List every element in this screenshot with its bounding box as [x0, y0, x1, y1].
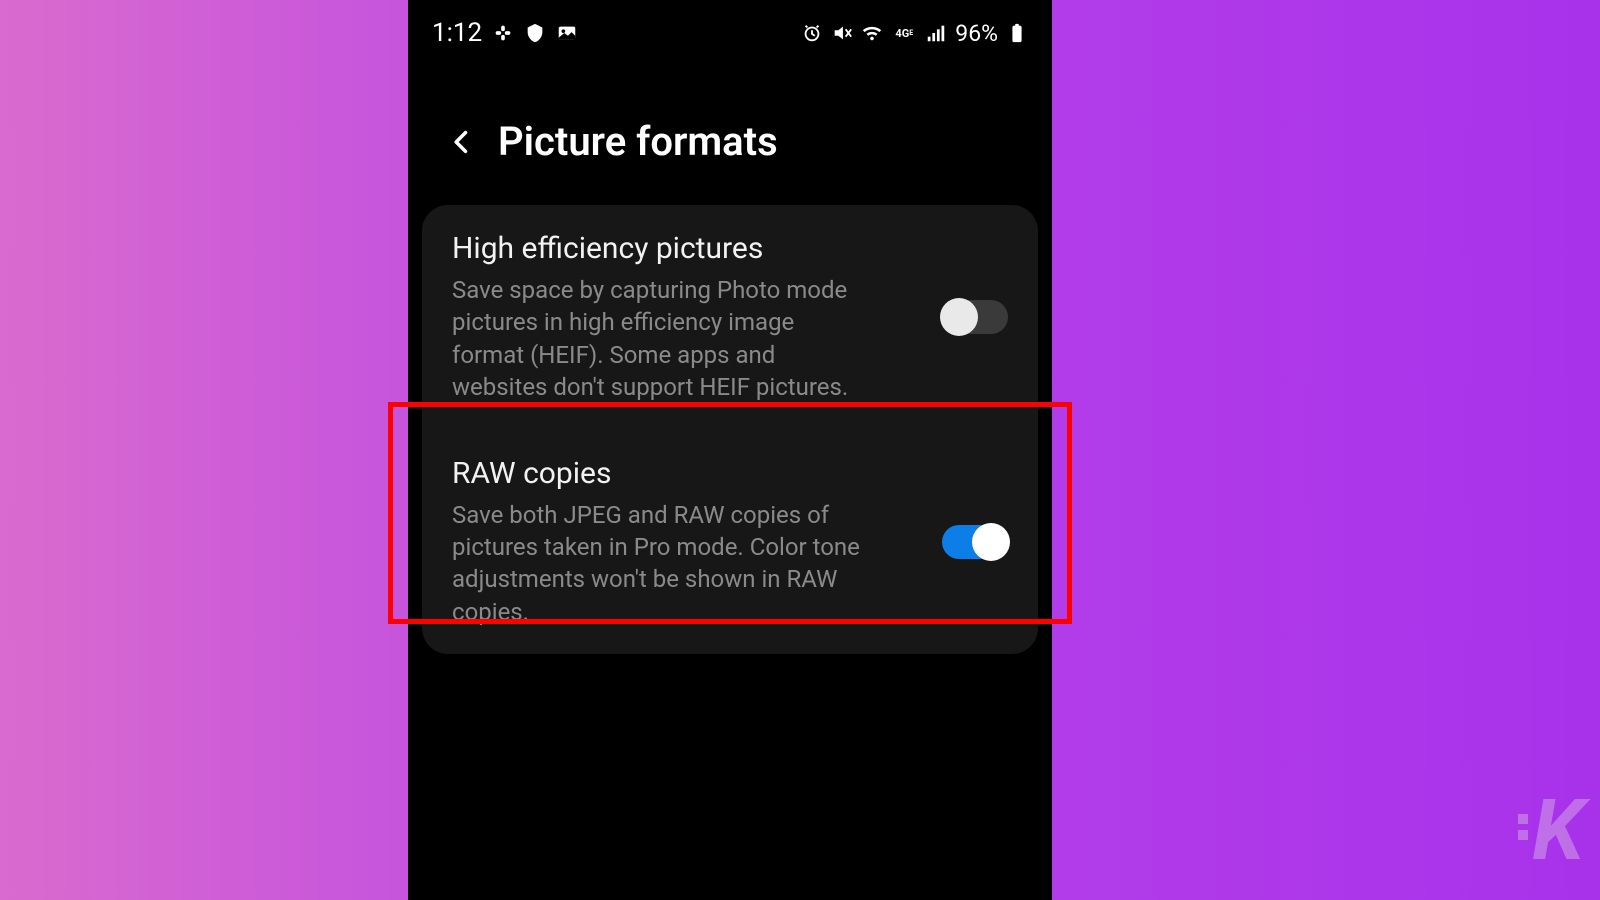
setting-raw-copies[interactable]: RAW copies Save both JPEG and RAW copies…	[422, 430, 1038, 655]
setting-title: High efficiency pictures	[452, 231, 922, 266]
watermark-dots-icon	[1502, 814, 1528, 840]
watermark: K	[1502, 781, 1580, 880]
setting-title: RAW copies	[452, 456, 922, 491]
battery-icon	[1006, 22, 1028, 44]
toggle-raw-copies[interactable]	[942, 525, 1008, 559]
setting-high-efficiency[interactable]: High efficiency pictures Save space by c…	[422, 205, 1038, 430]
slack-icon	[492, 22, 514, 44]
status-bar: 1:12 4GE 96%	[408, 0, 1052, 62]
toggle-high-efficiency[interactable]	[942, 300, 1008, 334]
shield-icon	[524, 22, 546, 44]
gallery-icon	[556, 22, 578, 44]
wifi-icon	[861, 22, 883, 44]
battery-text: 96%	[955, 20, 998, 47]
back-button[interactable]	[448, 128, 476, 156]
signal-icon	[925, 22, 947, 44]
watermark-letter: K	[1532, 781, 1580, 880]
setting-description: Save both JPEG and RAW copies of picture…	[452, 499, 872, 629]
setting-description: Save space by capturing Photo mode pictu…	[452, 274, 872, 404]
alarm-icon	[801, 22, 823, 44]
page-title: Picture formats	[498, 118, 778, 165]
settings-header: Picture formats	[408, 62, 1052, 205]
network-4g-icon: 4GE	[891, 22, 917, 44]
mute-icon	[831, 22, 853, 44]
status-time: 1:12	[432, 18, 482, 48]
settings-card: High efficiency pictures Save space by c…	[422, 205, 1038, 654]
phone-screen: 1:12 4GE 96%	[408, 0, 1052, 900]
